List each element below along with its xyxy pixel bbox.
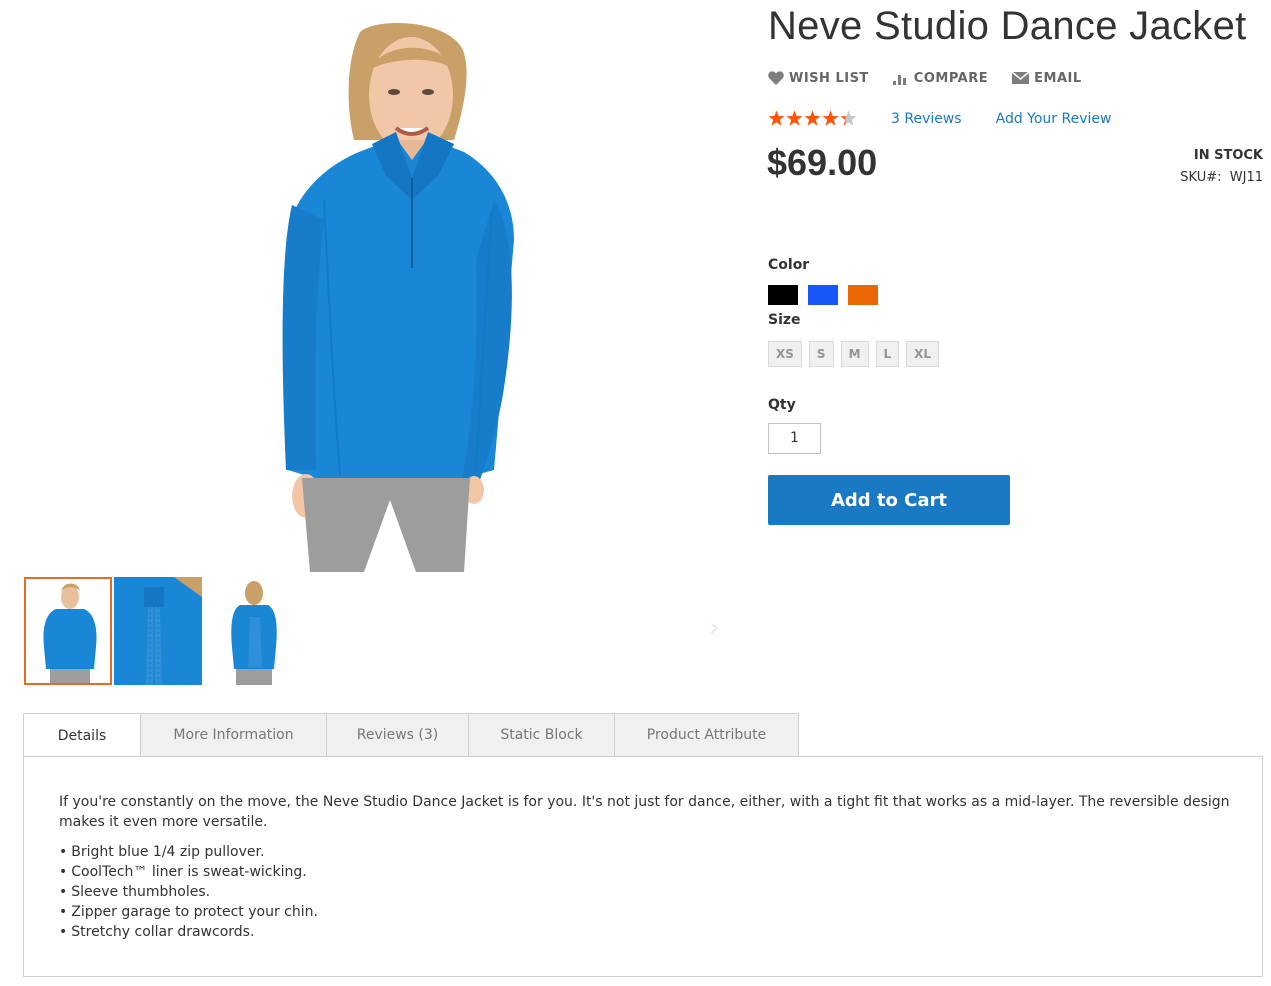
wishlist-link[interactable]: WISH LIST [768, 71, 869, 86]
add-review-link[interactable]: Add Your Review [996, 111, 1112, 127]
compare-label: COMPARE [913, 70, 989, 86]
tab-reviews[interactable]: Reviews (3) [326, 713, 469, 756]
tab-details[interactable]: Details [23, 713, 141, 757]
sku-label: SKU#: [1180, 170, 1222, 185]
size-label: Size [768, 312, 801, 328]
size-swatches: XS S M L XL [768, 341, 940, 367]
tab-product-attribute[interactable]: Product Attribute [614, 713, 799, 756]
thumbnail-next-arrow[interactable]: › [709, 615, 719, 641]
color-swatches [768, 285, 878, 305]
thumbnail-back[interactable] [204, 577, 292, 685]
add-to-cart-button[interactable]: Add to Cart [768, 475, 1010, 525]
feature-item: Sleeve thumbholes. [59, 882, 318, 902]
star-icon [768, 110, 785, 126]
email-label: EMAIL [1034, 70, 1082, 86]
color-label: Color [768, 257, 810, 273]
size-option-xs[interactable]: XS [768, 341, 802, 367]
details-panel: If you're constantly on the move, the Ne… [23, 756, 1263, 977]
feature-item: Zipper garage to protect your chin. [59, 902, 318, 922]
size-option-xl[interactable]: XL [906, 341, 940, 367]
compare-link[interactable]: COMPARE [892, 70, 989, 86]
tab-more-information[interactable]: More Information [140, 713, 327, 756]
stock-status: IN STOCK [1193, 148, 1263, 163]
color-swatch-blue[interactable] [808, 285, 838, 305]
feature-item: Stretchy collar drawcords. [59, 922, 318, 942]
tab-static-block[interactable]: Static Block [468, 713, 615, 756]
thumbnail-back-image [231, 581, 277, 685]
star-icon [822, 110, 839, 126]
qty-label: Qty [768, 397, 796, 413]
thumbnail-back-detail-image [114, 577, 202, 685]
compare-icon [892, 74, 906, 85]
star-icon [840, 110, 857, 126]
rating-summary: 3 Reviews Add Your Review [768, 110, 1111, 127]
star-icon [804, 110, 821, 126]
feature-item: Bright blue 1/4 zip pullover. [59, 842, 318, 862]
star-icon [786, 110, 803, 126]
thumbnail-front[interactable] [24, 577, 112, 685]
thumbnail-strip: ‹ › [24, 577, 724, 687]
email-link[interactable]: EMAIL [1012, 71, 1082, 86]
product-tabs: Details More Information Reviews (3) Sta… [23, 713, 799, 757]
sku-value: WJ11 [1229, 170, 1263, 185]
qty-input[interactable]: 1 [768, 423, 821, 454]
wishlist-label: WISH LIST [789, 70, 869, 86]
product-social-actions: WISH LIST COMPARE EMAIL [768, 68, 1082, 88]
product-main-image[interactable] [24, 0, 724, 572]
heart-icon [768, 71, 784, 85]
thumbnail-back-detail[interactable] [114, 577, 202, 685]
size-option-m[interactable]: M [840, 341, 869, 367]
rating-stars [768, 110, 857, 127]
color-swatch-orange[interactable] [848, 285, 878, 305]
product-title: Neve Studio Dance Jacket [768, 4, 1247, 48]
color-swatch-black[interactable] [768, 285, 798, 305]
product-sku: SKU#: WJ11 [1180, 170, 1263, 185]
feature-list: Bright blue 1/4 zip pullover. CoolTech™ … [59, 842, 318, 942]
envelope-icon [1012, 72, 1030, 84]
thumbnail-front-image [43, 583, 97, 685]
product-photo [282, 22, 514, 572]
feature-item: CoolTech™ liner is sweat-wicking. [59, 862, 318, 882]
product-price: $69.00 [767, 142, 878, 183]
size-option-l[interactable]: L [875, 341, 900, 367]
reviews-count-link[interactable]: 3 Reviews [891, 111, 962, 127]
product-description: If you're constantly on the move, the Ne… [59, 794, 1230, 830]
size-option-s[interactable]: S [808, 341, 834, 367]
